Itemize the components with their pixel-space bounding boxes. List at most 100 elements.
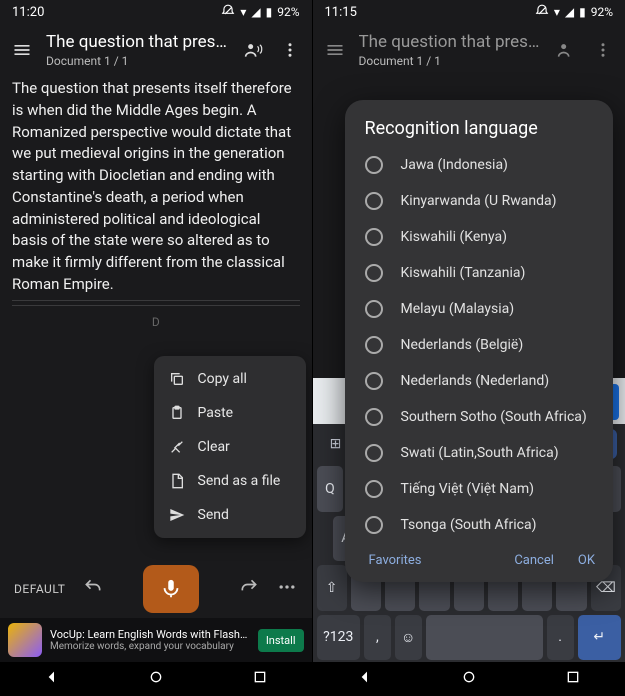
language-option[interactable]: Tiếng Việt (Việt Nam) [345, 471, 614, 507]
mic-button[interactable] [143, 565, 199, 613]
language-option[interactable]: Nederlands (België) [345, 327, 614, 363]
title-block: The question that presen... Document 1 /… [46, 32, 230, 68]
key-enter[interactable]: ↵ [578, 615, 622, 661]
language-label: Melayu (Malaysia) [401, 301, 515, 317]
nav-recent[interactable] [252, 669, 268, 689]
nav-bar [313, 662, 625, 696]
ad-subtitle: Memorize words, expand your vocabulary [50, 641, 250, 652]
language-label: Nederlands (België) [401, 337, 524, 353]
language-option[interactable]: Kiswahili (Tanzania) [345, 255, 614, 291]
language-option[interactable]: Melayu (Malaysia) [345, 291, 614, 327]
menu-send-file[interactable]: Send as a file [154, 464, 306, 498]
more-button[interactable] [591, 38, 615, 62]
context-menu: Copy all Paste Clear Send as a file Send [154, 356, 306, 538]
status-icons: ▾ ◢ ▮ 92% [535, 4, 613, 21]
line-rule [12, 300, 300, 301]
bottom-toolbar: DEFAULT [0, 562, 312, 616]
menu-item-label: Clear [198, 439, 230, 455]
menu-copy-all[interactable]: Copy all [154, 362, 306, 396]
more-button[interactable] [278, 38, 302, 62]
document-title: The question that presen... [359, 32, 544, 52]
voice-input-icon[interactable] [242, 38, 266, 62]
radio-icon [365, 480, 383, 498]
voice-input-icon[interactable] [555, 38, 579, 62]
language-option[interactable]: Nederlands (Nederland) [345, 363, 614, 399]
language-label: Nederlands (Nederland) [401, 373, 550, 389]
editor-area[interactable]: The question that presents itself theref… [0, 78, 312, 331]
nav-home[interactable] [148, 669, 164, 689]
line-rule [12, 305, 300, 306]
menu-item-label: Paste [198, 405, 234, 421]
key-emoji[interactable]: ☺ [395, 615, 422, 661]
language-option[interactable]: Kiswahili (Kenya) [345, 219, 614, 255]
redo-button[interactable] [239, 577, 259, 601]
menu-send[interactable]: Send [154, 498, 306, 532]
status-time: 11:20 [12, 5, 44, 20]
signal-icon: ◢ [565, 5, 574, 19]
language-label: Swati (Latin,South Africa) [401, 445, 559, 461]
language-label: Tsonga (South Africa) [401, 517, 537, 533]
radio-icon [365, 300, 383, 318]
nav-home[interactable] [461, 669, 477, 689]
language-option[interactable]: Southern Sotho (South Africa) [345, 399, 614, 435]
menu-button[interactable] [323, 38, 347, 62]
language-option[interactable]: Swati (Latin,South Africa) [345, 435, 614, 471]
send-icon [168, 507, 186, 523]
battery-percent: 92% [591, 5, 613, 19]
menu-paste[interactable]: Paste [154, 396, 306, 430]
ad-title: VocUp: Learn English Words with Flashcar… [50, 628, 250, 641]
key-period[interactable]: . [547, 615, 574, 661]
title-block: The question that presen... Document 1 /… [359, 32, 544, 68]
wifi-icon: ▾ [240, 5, 246, 19]
menu-item-label: Send as a file [198, 473, 281, 489]
ok-button[interactable]: OK [578, 553, 595, 568]
status-bar: 11:20 ▾ ◢ ▮ 92% [0, 0, 312, 24]
status-bar: 11:15 ▾ ◢ ▮ 92% [313, 0, 625, 24]
undo-button[interactable] [83, 577, 103, 601]
key-shift[interactable]: ⇧ [317, 565, 347, 611]
key-numeric[interactable]: ?123 [317, 615, 361, 661]
document-subtitle: Document 1 / 1 [46, 54, 230, 68]
signal-icon: ◢ [251, 5, 260, 19]
key[interactable]: Q [317, 466, 344, 512]
ad-banner[interactable]: VocUp: Learn English Words with Flashcar… [0, 618, 312, 662]
status-time: 11:15 [325, 5, 357, 20]
nav-recent[interactable] [565, 669, 581, 689]
dnd-icon [221, 4, 235, 21]
menu-clear[interactable]: Clear [154, 430, 306, 464]
menu-item-label: Copy all [198, 371, 247, 387]
language-dialog: Recognition language Jawa (Indonesia)Kin… [345, 100, 614, 582]
document-subtitle: Document 1 / 1 [359, 54, 544, 68]
screen-right: 11:15 ▾ ◢ ▮ 92% The question that presen… [313, 0, 625, 696]
menu-item-label: Send [198, 507, 229, 523]
install-button[interactable]: Install [258, 629, 304, 652]
language-option[interactable]: Tsonga (South Africa) [345, 507, 614, 543]
copy-icon [168, 371, 186, 387]
language-list[interactable]: Jawa (Indonesia)Kinyarwanda (U Rwanda)Ki… [345, 147, 614, 543]
language-label: Tiếng Việt (Việt Nam) [401, 481, 535, 497]
radio-icon [365, 372, 383, 390]
language-option[interactable]: Kinyarwanda (U Rwanda) [345, 183, 614, 219]
menu-button[interactable] [10, 38, 34, 62]
battery-percent: 92% [277, 5, 299, 19]
language-option[interactable]: Jawa (Indonesia) [345, 147, 614, 183]
file-icon [168, 473, 186, 489]
dialog-actions: Favorites Cancel OK [345, 543, 614, 572]
dnd-icon [535, 4, 549, 21]
language-label: Southern Sotho (South Africa) [401, 409, 587, 425]
key-comma[interactable]: , [364, 615, 391, 661]
hint-letter: D [12, 314, 300, 331]
screen-left: 11:20 ▾ ◢ ▮ 92% The question that presen… [0, 0, 313, 696]
ad-text: VocUp: Learn English Words with Flashcar… [50, 628, 250, 652]
favorites-button[interactable]: Favorites [369, 553, 422, 568]
key-space[interactable] [426, 615, 543, 661]
more-horizontal-button[interactable] [277, 577, 297, 601]
language-label: Kiswahili (Tanzania) [401, 265, 526, 281]
cancel-button[interactable]: Cancel [514, 553, 554, 568]
default-label[interactable]: DEFAULT [14, 582, 65, 596]
keyboard-row: ?123 , ☺ . ↵ [313, 613, 625, 663]
radio-icon [365, 408, 383, 426]
app-bar: The question that presen... Document 1 /… [313, 24, 625, 78]
nav-back[interactable] [357, 669, 373, 689]
nav-back[interactable] [44, 669, 60, 689]
